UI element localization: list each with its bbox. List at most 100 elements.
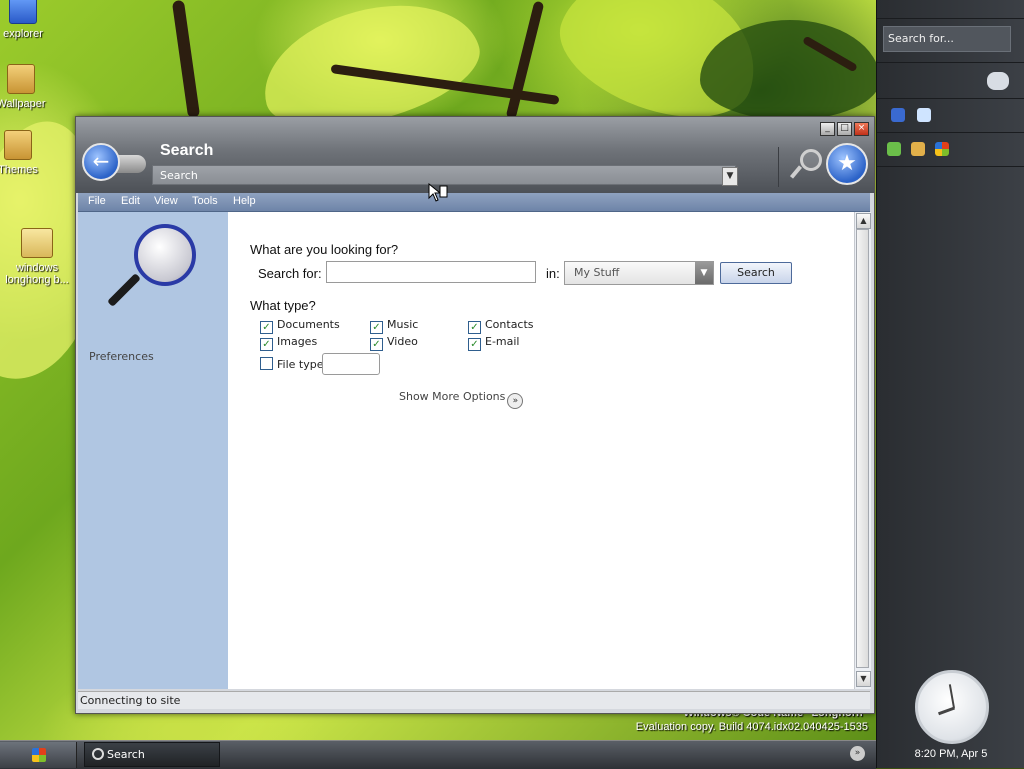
app-icon[interactable]: [917, 108, 931, 122]
magnifier-lens: [134, 224, 196, 286]
watermark-build: Evaluation copy. Build 4074.idx02.040425…: [635, 721, 868, 733]
analog-clock-icon: [915, 670, 989, 744]
checkbox-file-type[interactable]: File type:: [260, 357, 327, 371]
checkbox-label: File type:: [277, 358, 328, 371]
side-pane: Preferences: [78, 212, 228, 689]
status-bar: Connecting to site: [78, 691, 870, 709]
checkbox-contacts[interactable]: ✓ Contacts: [468, 318, 534, 334]
sidebar-search-input[interactable]: Search for...: [883, 26, 1011, 52]
star-icon: ★: [837, 151, 857, 176]
clock-hour-hand: [938, 706, 956, 716]
scope-value: My Stuff: [574, 266, 620, 279]
check-icon: ✓: [260, 338, 273, 351]
checkbox-email[interactable]: ✓ E-mail: [468, 335, 520, 351]
address-dropdown-button[interactable]: ▼: [722, 167, 738, 186]
checkbox-documents[interactable]: ✓ Documents: [260, 318, 340, 334]
branch-shape: [171, 0, 201, 119]
favorites-button[interactable]: ★: [826, 143, 868, 185]
check-icon: ✓: [260, 321, 273, 334]
minimize-button[interactable]: _: [820, 122, 835, 136]
start-button[interactable]: [0, 742, 77, 768]
folder-icon: [7, 64, 35, 94]
maximize-button[interactable]: □: [837, 122, 852, 136]
menu-file[interactable]: File: [88, 195, 106, 207]
search-icon: [92, 748, 104, 760]
checkbox-label: E-mail: [485, 335, 520, 348]
clock-time: 8:20 PM, Apr 5: [914, 748, 988, 760]
sidebar-panel: Search for... 8:20 PM, Apr 5: [876, 0, 1024, 768]
chevron-down-icon: ▼: [726, 171, 734, 181]
toolbar-separator: [778, 147, 779, 187]
explorer-icon: [9, 0, 37, 24]
clock-minute-hand: [948, 684, 955, 709]
sidebar-divider: [877, 166, 1024, 167]
scroll-thumb[interactable]: [856, 229, 869, 668]
chat-bubbles-icon[interactable]: [987, 72, 1009, 90]
double-chevron-down-icon: »: [507, 393, 524, 409]
search-button[interactable]: Search: [720, 262, 792, 284]
search-input[interactable]: [326, 261, 536, 283]
show-more-options-link[interactable]: Show More Options»: [399, 390, 524, 409]
search-window: _ □ × ← Search Search ▼ ★ File Edit View…: [75, 116, 875, 714]
close-button[interactable]: ×: [854, 122, 869, 136]
app-icon[interactable]: [891, 108, 905, 122]
scroll-down-arrow-icon[interactable]: ▼: [856, 671, 871, 687]
magnifier-handle: [789, 165, 803, 179]
app-icon[interactable]: [911, 142, 925, 156]
menu-bar: File Edit View Tools Help: [78, 193, 870, 212]
desktop-icon-wallpaper[interactable]: Wallpaper: [0, 64, 56, 110]
unchecked-box-icon: [260, 357, 273, 370]
desktop-icon-label: explorer: [3, 28, 43, 40]
back-button[interactable]: ←: [82, 143, 120, 181]
window-title: Search: [160, 142, 214, 159]
search-for-label: Search for:: [258, 266, 322, 281]
desktop-icon-themes[interactable]: Themes: [0, 130, 53, 176]
check-icon: ✓: [370, 321, 383, 334]
menu-view[interactable]: View: [154, 195, 178, 207]
windows-logo-icon[interactable]: [935, 142, 949, 156]
sidebar-divider: [877, 62, 1024, 63]
taskbar-item-label: Search: [107, 748, 145, 761]
checkbox-images[interactable]: ✓ Images: [260, 335, 317, 351]
zip-folder-icon: [21, 228, 53, 258]
scope-select[interactable]: My Stuff ▼: [564, 261, 714, 285]
chevron-down-icon[interactable]: ▼: [695, 262, 713, 284]
search-form: What are you looking for? Search for: in…: [228, 212, 856, 689]
check-icon: ✓: [370, 338, 383, 351]
file-type-input[interactable]: [322, 353, 380, 375]
vertical-scrollbar[interactable]: ▲ ▼: [854, 212, 871, 689]
preferences-link[interactable]: Preferences: [89, 350, 154, 363]
show-more-options-label: Show More Options: [399, 390, 506, 403]
tray-chevron-icon[interactable]: »: [850, 746, 865, 761]
address-bar[interactable]: Search: [152, 165, 736, 185]
large-magnifier-icon: [106, 224, 196, 316]
check-icon: ✓: [468, 321, 481, 334]
checkbox-video[interactable]: ✓ Video: [370, 335, 418, 351]
scroll-up-arrow-icon[interactable]: ▲: [856, 213, 871, 229]
checkbox-music[interactable]: ✓ Music: [370, 318, 418, 334]
window-titlebar[interactable]: _ □ × ← Search Search ▼ ★: [76, 117, 874, 193]
windows-logo-icon: [32, 748, 46, 762]
check-icon: ✓: [468, 338, 481, 351]
back-arrow-icon: ←: [92, 149, 110, 173]
type-heading: What type?: [250, 298, 316, 313]
in-label: in:: [546, 266, 560, 281]
desktop-icon-zip[interactable]: windows longhong b...: [2, 228, 72, 286]
search-tool-button[interactable]: [789, 149, 822, 181]
mouse-cursor-icon: [428, 183, 448, 202]
menu-tools[interactable]: Tools: [192, 195, 218, 207]
menu-edit[interactable]: Edit: [121, 195, 140, 207]
checkbox-label: Music: [387, 318, 419, 331]
desktop-icon-label: windows longhong b...: [5, 262, 69, 286]
taskbar-item-search[interactable]: Search: [84, 742, 220, 767]
app-icon[interactable]: [887, 142, 901, 156]
folder-icon: [4, 130, 32, 160]
form-heading: What are you looking for?: [250, 242, 399, 257]
magnifier-icon: [800, 149, 822, 171]
desktop-icon-label: Wallpaper: [0, 98, 46, 110]
desktop-icon-explorer[interactable]: explorer: [0, 0, 58, 40]
sidebar-divider: [877, 132, 1024, 133]
magnifier-handle: [107, 273, 141, 307]
checkbox-label: Contacts: [485, 318, 534, 331]
menu-help[interactable]: Help: [233, 195, 256, 207]
